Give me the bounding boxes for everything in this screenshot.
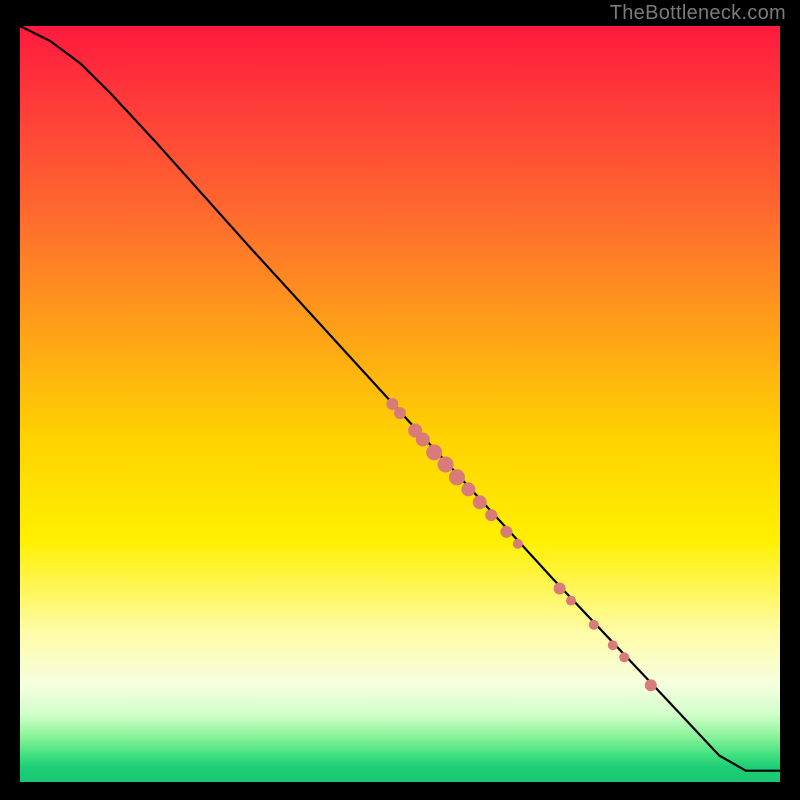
- data-dot: [554, 583, 566, 595]
- data-dot: [461, 482, 475, 496]
- chart-stage: TheBottleneck.com: [0, 0, 800, 800]
- data-dot: [500, 526, 512, 538]
- data-dot: [438, 457, 454, 473]
- data-dot: [513, 539, 523, 549]
- data-dot: [608, 640, 618, 650]
- data-dot: [394, 407, 406, 419]
- data-dot: [645, 679, 657, 691]
- data-dots: [386, 398, 656, 691]
- watermark-text: TheBottleneck.com: [610, 2, 786, 25]
- data-dot: [473, 495, 487, 509]
- data-dot: [589, 620, 599, 630]
- data-dot: [485, 509, 497, 521]
- plot-area: [20, 26, 780, 782]
- data-dot: [426, 444, 442, 460]
- chart-svg: [20, 26, 780, 782]
- data-dot: [416, 433, 430, 447]
- data-dot: [449, 469, 465, 485]
- performance-curve: [20, 26, 780, 771]
- data-dot: [619, 652, 629, 662]
- data-dot: [566, 596, 576, 606]
